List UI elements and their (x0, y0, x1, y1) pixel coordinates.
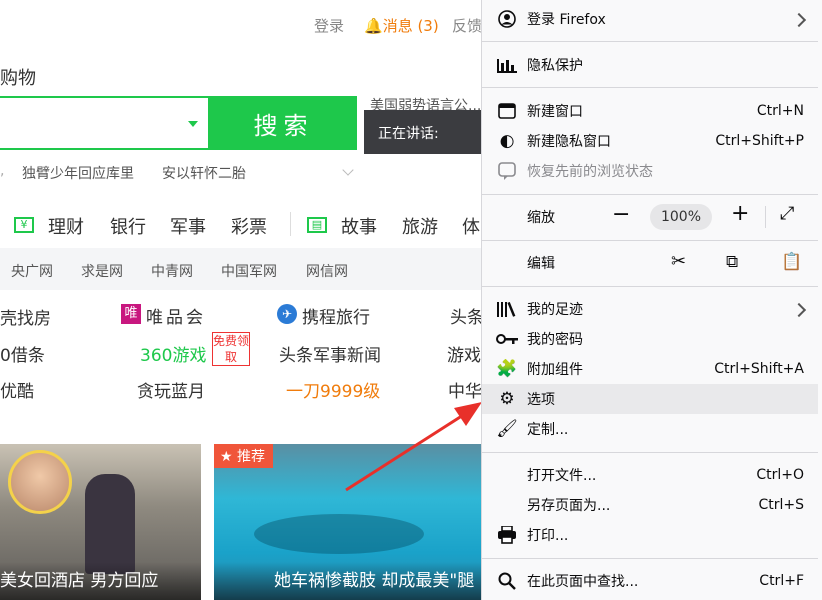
site-link[interactable]: 0借条 (0, 341, 45, 366)
menu-library[interactable]: 我的足迹 (482, 294, 818, 324)
copy-icon[interactable]: ⧉ (726, 252, 738, 272)
search-dropdown-icon[interactable] (188, 121, 198, 127)
subnav-military[interactable]: 中国军网 (221, 261, 277, 281)
menu-print[interactable]: 打印... (482, 520, 818, 550)
gear-icon: ⚙ (499, 389, 515, 409)
menu-separator (482, 286, 818, 287)
bell-icon: 🔔 (364, 17, 383, 35)
category-fragment: 购物 (0, 68, 36, 89)
hot-search-1[interactable]: 独臂少年回应库里 (22, 163, 134, 183)
menu-save-page[interactable]: 另存页面为... Ctrl+S (482, 490, 818, 520)
menu-privacy[interactable]: 隐私保护 (482, 50, 818, 80)
nav-lottery[interactable]: 彩票 (231, 213, 267, 239)
chevron-right-icon (791, 12, 807, 28)
menu-private-window[interactable]: ◐ 新建隐私窗口 Ctrl+Shift+P (482, 126, 818, 156)
zoom-divider (765, 206, 766, 228)
app-menu: 登录 Firefox 隐私保护 新建窗口 Ctrl+N ◐ 新建隐私窗口 Ctr… (481, 0, 822, 600)
hot-sep: , (0, 163, 5, 179)
menu-customize[interactable]: 🖌 定制... (482, 414, 818, 444)
feedback-link[interactable]: 反馈 (452, 15, 482, 36)
menu-separator (482, 194, 818, 195)
chart-icon (496, 54, 518, 76)
site-link[interactable]: 携程旅行 (302, 303, 370, 328)
site-link[interactable]: 唯品会 (146, 303, 206, 328)
expand-chevron-icon[interactable] (342, 164, 354, 176)
window-icon (496, 100, 518, 122)
site-link[interactable]: 游戏 (447, 341, 481, 366)
nav-military[interactable]: 军事 (170, 213, 206, 239)
menu-signin[interactable]: 登录 Firefox (482, 4, 818, 34)
nav-sports[interactable]: 体 (462, 213, 480, 239)
nav-finance[interactable]: 理财 (48, 213, 84, 239)
story-icon: ▤ (307, 217, 327, 233)
photo-figure (254, 514, 424, 554)
nav-bank[interactable]: 银行 (110, 213, 146, 239)
site-link[interactable]: 贪玩蓝月 (137, 377, 205, 402)
paste-icon[interactable]: 📋 (781, 252, 802, 272)
subnav-youth[interactable]: 中青网 (151, 261, 193, 281)
subnav-cac[interactable]: 网信网 (306, 261, 348, 281)
hot-search-2[interactable]: 安以轩怀二胎 (162, 163, 246, 183)
photo-figure (85, 474, 135, 574)
puzzle-icon: 🧩 (496, 359, 518, 379)
site-link[interactable]: 360游戏 (140, 341, 206, 366)
vip-logo-icon: 唯 (121, 304, 141, 324)
site-link[interactable]: 优酷 (0, 377, 34, 402)
news-card[interactable]: 美女回酒店 男方回应 (0, 444, 201, 600)
menu-edit: 编辑 (527, 256, 555, 272)
search-input[interactable] (0, 96, 210, 150)
subnav-qstheory[interactable]: 求是网 (81, 261, 123, 281)
menu-passwords[interactable]: 我的密码 (482, 324, 818, 354)
library-icon (496, 298, 518, 320)
menu-separator (482, 452, 818, 453)
site-link[interactable]: 头条 (450, 303, 484, 328)
menu-open-file[interactable]: 打开文件... Ctrl+O (482, 460, 818, 490)
account-icon (496, 8, 518, 30)
site-link[interactable]: 头条军事新闻 (279, 341, 381, 366)
cut-icon[interactable]: ✂ (671, 251, 686, 272)
printer-icon (496, 524, 518, 546)
fullscreen-icon[interactable]: ⤢ (780, 203, 794, 224)
notification-link[interactable]: 🔔消息 (3) (364, 15, 439, 36)
card-caption: 美女回酒店 男方回应 (0, 562, 201, 600)
brush-icon: 🖌 (496, 419, 518, 439)
nav-story[interactable]: 故事 (341, 213, 377, 239)
search-button[interactable]: 搜索 (210, 96, 357, 150)
menu-options[interactable]: ⚙ 选项 (482, 384, 818, 414)
card-caption: 她车祸惨截肢 却成最美"腿 (214, 562, 482, 600)
ctrip-logo-icon: ✈ (277, 304, 297, 324)
restore-icon (496, 160, 518, 182)
nav-travel[interactable]: 旅游 (402, 213, 438, 239)
zoom-in-button[interactable]: + (731, 201, 749, 226)
free-badge: 免费领取 (212, 332, 250, 366)
menu-find[interactable]: 在此页面中查找... Ctrl+F (482, 566, 818, 596)
chevron-right-icon (791, 302, 807, 318)
mask-icon: ◐ (499, 131, 515, 151)
menu-addons[interactable]: 🧩 附加组件 Ctrl+Shift+A (482, 354, 818, 384)
finance-icon: ¥ (14, 217, 34, 233)
menu-restore-session[interactable]: 恢复先前的浏览状态 (482, 156, 818, 186)
search-icon (496, 570, 518, 592)
login-link[interactable]: 登录 (314, 15, 344, 36)
site-link[interactable]: 壳找房 (0, 304, 51, 329)
subnav-cnr[interactable]: 央广网 (11, 261, 53, 281)
annotation-arrow (345, 402, 482, 492)
menu-separator (482, 240, 818, 241)
zoom-level[interactable]: 100% (650, 204, 712, 230)
avatar (8, 450, 72, 514)
menu-separator (482, 87, 818, 88)
zoom-out-button[interactable]: − (612, 202, 630, 227)
menu-new-window[interactable]: 新建窗口 Ctrl+N (482, 96, 818, 126)
menu-separator (482, 41, 818, 42)
menu-separator (482, 558, 818, 559)
nav-divider (290, 212, 291, 236)
star-icon: ★ (220, 449, 233, 465)
recommend-badge: ★ 推荐 (214, 444, 274, 468)
key-icon (496, 328, 518, 350)
